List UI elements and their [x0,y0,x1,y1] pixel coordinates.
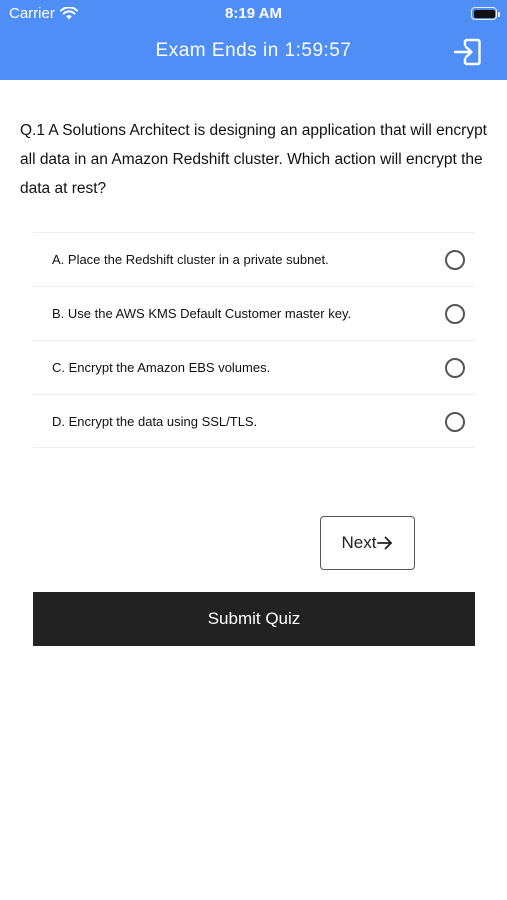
option-b[interactable]: B. Use the AWS KMS Default Customer mast… [33,286,475,340]
option-c[interactable]: C. Encrypt the Amazon EBS volumes. [33,340,475,394]
radio-button[interactable] [445,250,465,270]
radio-button[interactable] [445,304,465,324]
radio-button[interactable] [445,412,465,432]
status-bar: Carrier 8:19 AM [0,0,507,28]
option-label: D. Encrypt the data using SSL/TLS. [52,413,258,429]
app-header: Carrier 8:19 AM Exam Ends in 1:59:57 [0,0,507,80]
next-button[interactable]: Next [320,516,415,570]
status-time: 8:19 AM [225,5,282,22]
answer-options: A. Place the Redshift cluster in a priva… [33,232,475,448]
arrow-right-icon [377,536,393,550]
exit-door-icon[interactable] [452,37,482,67]
option-label: B. Use the AWS KMS Default Customer mast… [52,306,352,321]
next-label: Next [341,533,377,552]
option-a[interactable]: A. Place the Redshift cluster in a priva… [33,232,475,286]
option-label: C. Encrypt the Amazon EBS volumes. [52,360,271,375]
option-label: A. Place the Redshift cluster in a priva… [52,252,329,267]
exam-timer: Exam Ends in 1:59:57 [155,40,352,61]
radio-button[interactable] [445,358,465,378]
question-text: Q.1 A Solutions Architect is designing a… [20,122,487,197]
option-d[interactable]: D. Encrypt the data using SSL/TLS. [33,394,475,448]
submit-quiz-button[interactable]: Submit Quiz [33,592,475,646]
battery-icon [471,7,500,20]
